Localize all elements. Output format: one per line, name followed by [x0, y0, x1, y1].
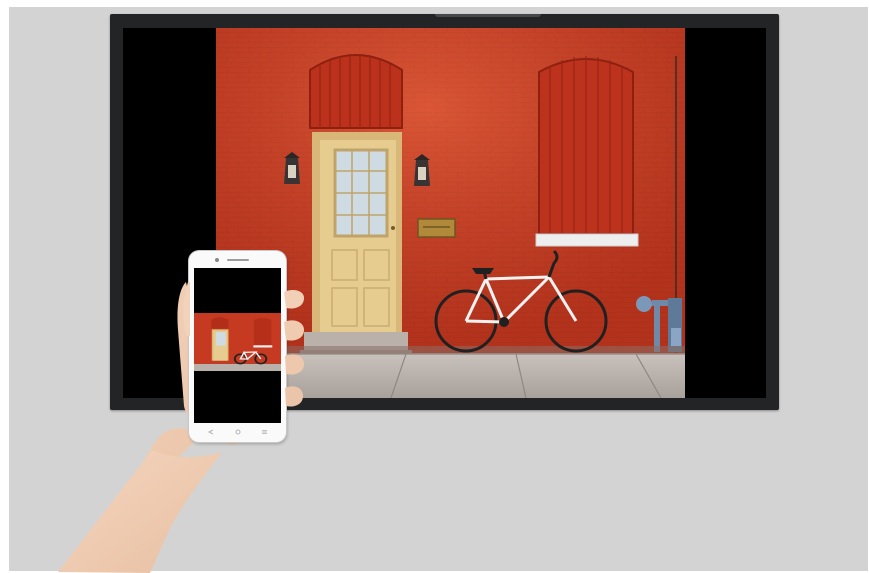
phone-camera	[215, 258, 219, 262]
tv-photo	[216, 28, 685, 398]
phone-speaker	[227, 259, 249, 261]
wall-lamp-left	[284, 152, 300, 184]
phone-screen	[194, 268, 281, 423]
phone-photo	[194, 313, 281, 371]
mailbox	[417, 218, 456, 238]
sidewalk	[216, 353, 685, 398]
wall-lamp-right	[414, 154, 430, 186]
smartphone	[189, 251, 286, 442]
window-sill	[535, 233, 639, 247]
home-icon[interactable]	[235, 429, 241, 435]
tv-sensor-bar	[435, 14, 541, 17]
scene	[0, 0, 869, 573]
menu-icon[interactable]	[262, 430, 267, 434]
door-transom-shutter	[309, 54, 403, 129]
phone-nav-bar	[207, 429, 267, 435]
back-icon[interactable]	[207, 429, 214, 435]
